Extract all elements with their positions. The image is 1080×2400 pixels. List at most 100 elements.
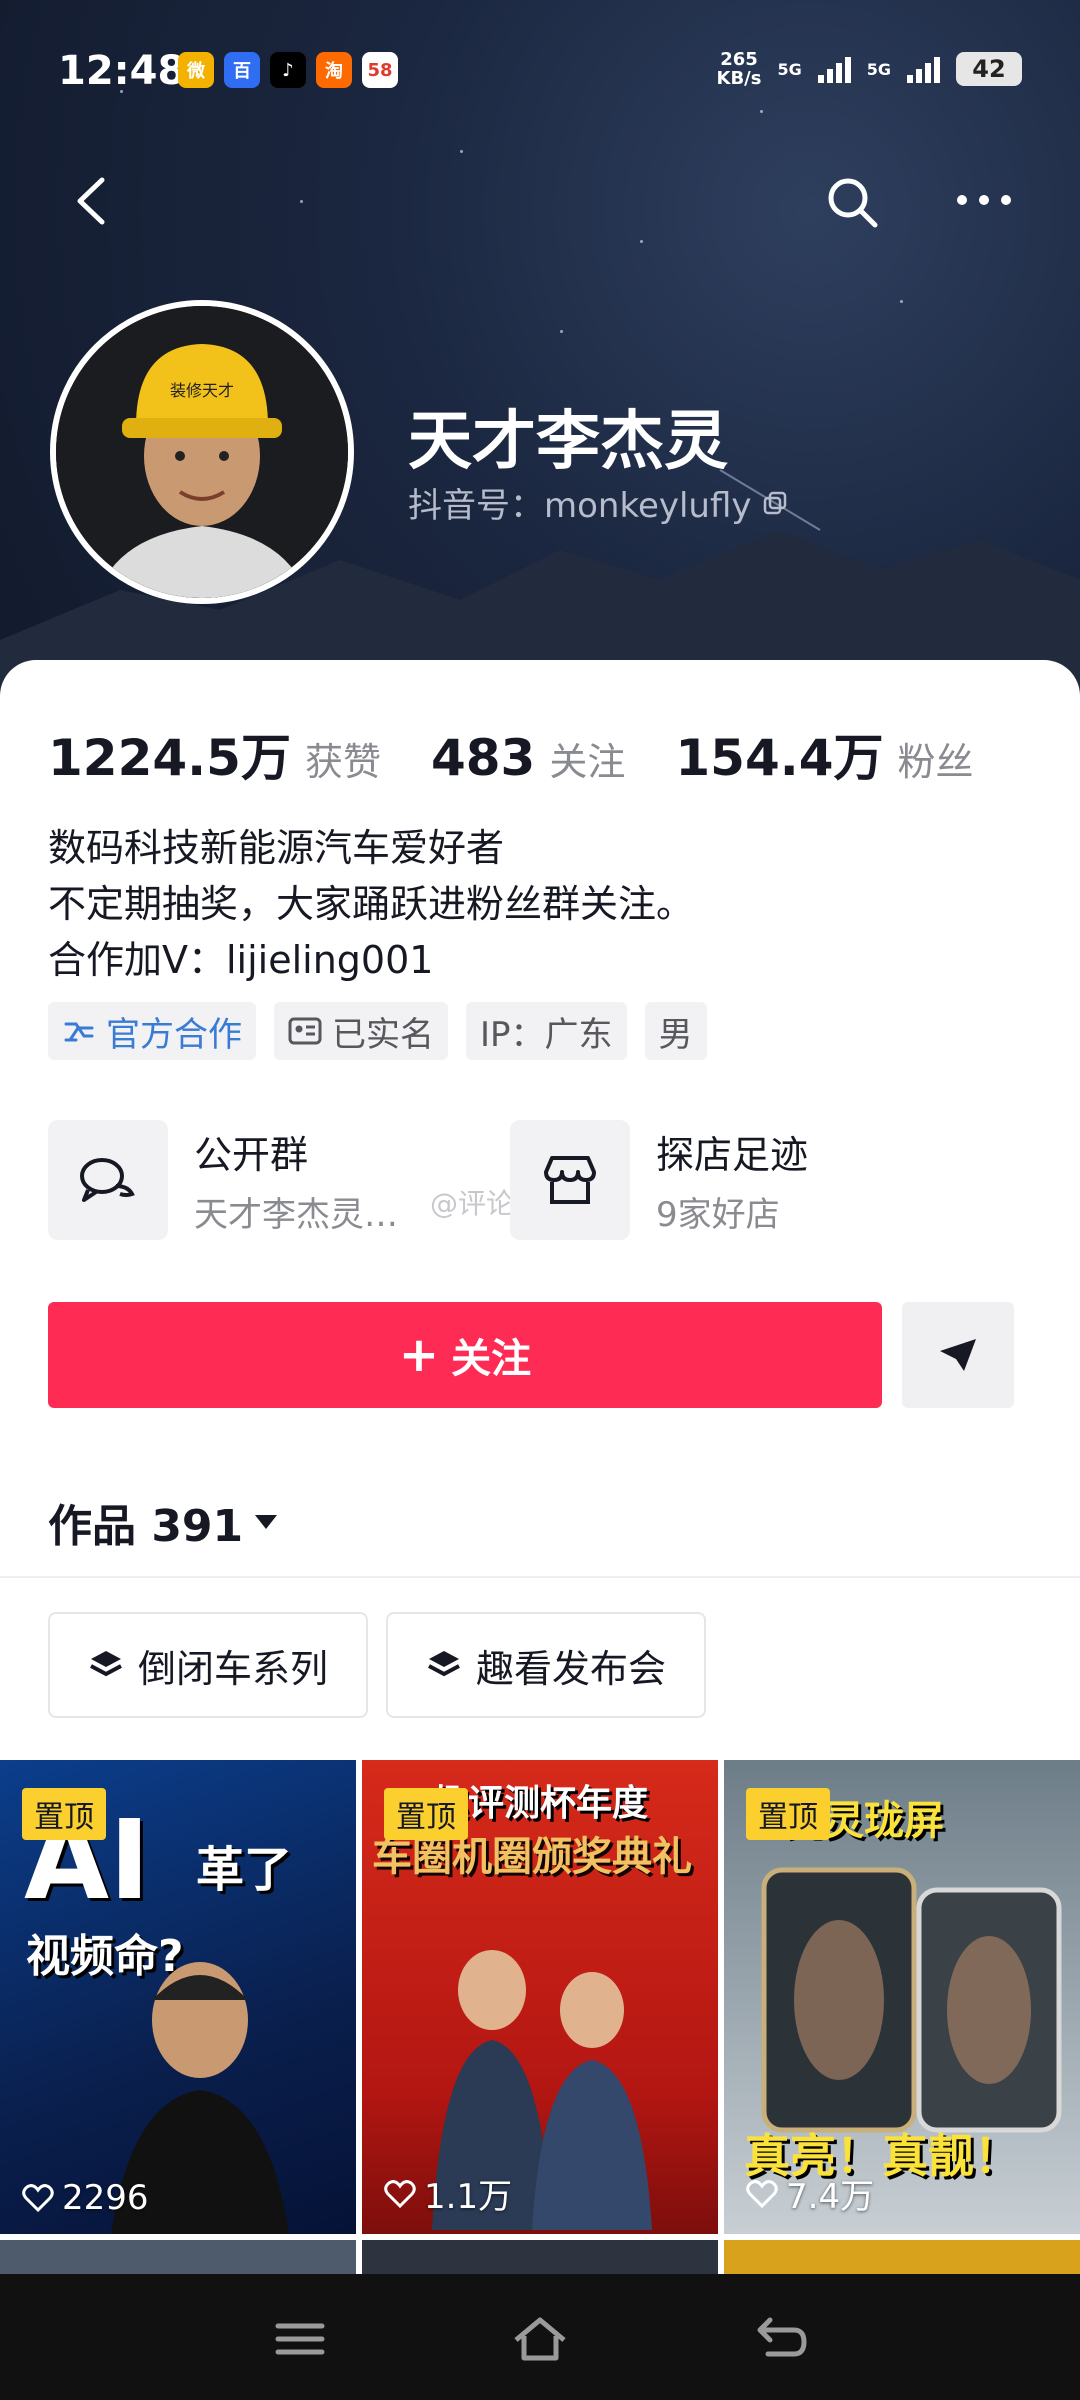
works-label: 作品 391	[48, 1501, 244, 1552]
works-tab[interactable]: 作品 391	[48, 1490, 279, 1554]
shop-visits-title: 探店足迹	[656, 1133, 809, 1177]
video-thumbnail[interactable]: AI 革了 视频命? 置顶 2296	[0, 1760, 356, 2234]
gender-tag-label: 男	[658, 1014, 693, 1055]
tiktok-icon: ♪	[270, 52, 306, 88]
heart-icon	[746, 2179, 778, 2208]
douyin-id: 抖音号：monkeylufly	[408, 478, 788, 527]
star-dot	[640, 240, 643, 243]
collection-chip[interactable]: 倒闭车系列	[48, 1612, 368, 1718]
network-type-2: 5G	[866, 59, 891, 79]
chat-bubbles-icon	[80, 1158, 135, 1202]
official-cooperation-tag[interactable]: 官方合作	[48, 1002, 256, 1060]
profile-tags: 官方合作 已实名 IP：广东 男	[48, 1002, 707, 1060]
video-likes: 2296	[22, 2178, 149, 2218]
speed-value: 265	[720, 49, 758, 70]
video-likes: 1.1万	[384, 2169, 512, 2218]
layers-icon	[90, 1651, 122, 1677]
gender-tag: 男	[644, 1002, 707, 1060]
likes-count-label: 7.4万	[786, 2177, 875, 2217]
follow-label: 关注	[451, 1336, 532, 1382]
heart-icon	[384, 2179, 416, 2208]
taobao-icon: 淘	[316, 52, 352, 88]
video-likes: 7.4万	[746, 2169, 874, 2218]
followers-label: 粉丝	[897, 740, 974, 784]
public-group-entry[interactable]: 公开群 天才李杰灵…	[48, 1120, 398, 1240]
collection-chips: 倒闭车系列 趣看发布会	[48, 1612, 706, 1718]
star-dot	[560, 330, 563, 333]
chat-group-icon-box	[48, 1120, 168, 1240]
heart-icon	[22, 2184, 54, 2213]
signal-icon	[907, 55, 940, 83]
ip-location-tag: IP：广东	[466, 1002, 627, 1060]
dropdown-triangle-icon	[255, 1515, 278, 1529]
followers-count[interactable]: 154.4万	[675, 718, 883, 790]
following-count[interactable]: 483	[431, 729, 535, 787]
id-card-icon	[288, 1017, 322, 1045]
likes-count-label: 1.1万	[424, 2177, 513, 2217]
copy-icon[interactable]	[762, 490, 788, 516]
video-thumbnail[interactable]: 趣评测杯年度 车圈机圈颁奖典礼 置顶 1.1万	[362, 1760, 718, 2234]
plus-icon: +	[398, 1327, 440, 1383]
likes-count[interactable]: 1224.5万	[48, 718, 291, 790]
public-group-title: 公开群	[194, 1133, 309, 1177]
star-dot	[900, 300, 903, 303]
verified-tag-label: 已实名	[332, 1014, 434, 1055]
handshake-icon	[64, 1022, 94, 1042]
star-dot	[460, 150, 463, 153]
collection-label: 倒闭车系列	[137, 1646, 328, 1691]
app-58-icon: 58	[362, 52, 398, 88]
store-icon-box	[510, 1120, 630, 1240]
top-navigation	[0, 160, 1080, 240]
avatar-photo: 装修天才	[56, 306, 348, 598]
follow-button[interactable]: + 关注	[48, 1302, 882, 1408]
ip-tag-label: IP：广东	[480, 1014, 613, 1055]
status-app-icons: 微百 ♪ 淘 58	[178, 52, 398, 88]
collection-label: 趣看发布会	[475, 1646, 666, 1691]
pinned-badge: 置顶	[746, 1788, 830, 1840]
network-speed: 265 KB/s	[717, 50, 762, 88]
section-divider	[0, 1576, 1080, 1578]
verified-tag: 已实名	[274, 1002, 448, 1060]
status-bar: 12:48 微百 ♪ 淘 58 265 KB/s 5G 5G 42	[0, 0, 1080, 140]
send-icon	[940, 1339, 976, 1371]
back-icon[interactable]	[750, 2314, 810, 2364]
pinned-badge: 置顶	[384, 1788, 468, 1840]
layers-icon	[428, 1651, 460, 1677]
bio-line: 不定期抽奖，大家踊跃进粉丝群关注。	[48, 882, 695, 926]
more-options-icon[interactable]	[954, 180, 1014, 220]
profile-stats: 1224.5万 获赞 483 关注 154.4万 粉丝	[48, 718, 1024, 790]
system-navigation-bar	[0, 2274, 1080, 2400]
profile-card: 1224.5万 获赞 483 关注 154.4万 粉丝 数码科技新能源汽车爱好者…	[0, 660, 1080, 2280]
avatar[interactable]: 装修天才	[50, 300, 354, 604]
battery-icon: 42	[956, 52, 1022, 86]
network-type-1: 5G	[777, 59, 802, 79]
phones-image	[761, 1867, 1062, 2133]
shop-visits-entry[interactable]: 探店足迹 9家好店	[510, 1120, 808, 1240]
profile-bio: 数码科技新能源汽车爱好者 不定期抽奖，大家踊跃进粉丝群关注。 合作加V：liji…	[48, 820, 694, 988]
profile-name: 天才李杰灵	[408, 405, 728, 479]
search-icon[interactable]	[822, 172, 882, 232]
home-icon[interactable]	[510, 2314, 570, 2364]
speed-unit: KB/s	[716, 68, 762, 89]
baidu-icon: 百	[224, 52, 260, 88]
status-time: 12:48	[58, 48, 186, 94]
bio-line: 合作加V：lijieling001	[48, 938, 434, 982]
likes-count-label: 2296	[62, 2178, 149, 2218]
helmet-text: 装修天才	[170, 381, 234, 400]
bio-line: 数码科技新能源汽车爱好者	[48, 826, 505, 870]
douyin-id-text: 抖音号：monkeylufly	[408, 486, 752, 526]
following-label: 关注	[549, 740, 626, 784]
public-group-subtitle: 天才李杰灵…	[194, 1195, 398, 1235]
video-grid: AI 革了 视频命? 置顶 2296 趣评测杯年度 车圈机圈颁奖典礼 置顶 1.…	[0, 1760, 1080, 2280]
shop-visits-subtitle: 9家好店	[656, 1195, 780, 1235]
signal-icon	[817, 55, 851, 83]
official-tag-label: 官方合作	[106, 1014, 242, 1055]
video-thumbnail[interactable]: 亮灵珑屏 真亮！真靓！ 置顶 7.4万	[724, 1760, 1080, 2234]
collection-chip[interactable]: 趣看发布会	[386, 1612, 706, 1718]
video-title-part: 革了	[196, 1842, 293, 1898]
store-icon	[544, 1156, 596, 1204]
send-message-button[interactable]	[902, 1302, 1014, 1408]
menu-icon[interactable]	[270, 2314, 330, 2364]
likes-label: 获赞	[304, 740, 381, 784]
back-arrow-icon[interactable]	[66, 174, 120, 228]
